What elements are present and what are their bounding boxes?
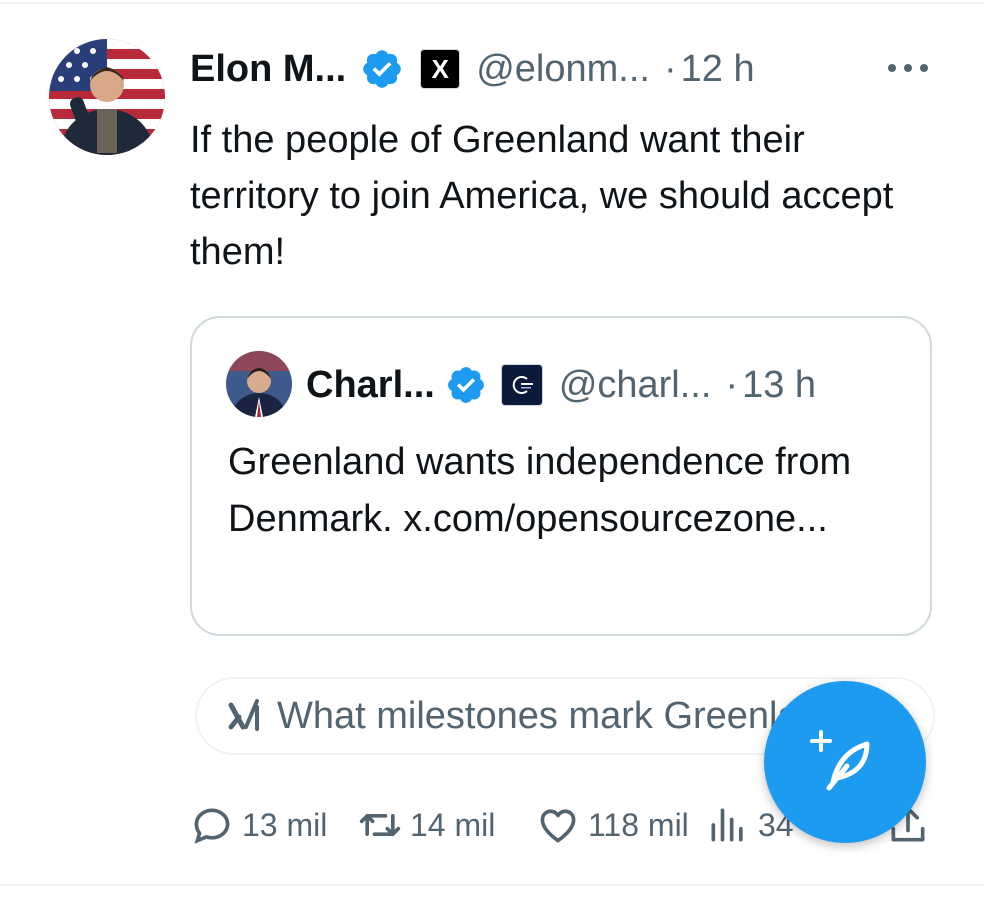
x-affiliation-badge-icon[interactable]: X <box>420 49 461 89</box>
top-divider <box>0 2 984 4</box>
quoted-verified-badge-icon[interactable] <box>445 364 487 406</box>
repost-button[interactable]: 14 mil <box>358 800 495 850</box>
reply-icon <box>194 808 230 844</box>
verified-badge-icon[interactable] <box>360 47 404 91</box>
quoted-author-handle[interactable]: @charl... <box>559 364 712 407</box>
separator-dot: · <box>663 47 677 90</box>
more-options-icon[interactable] <box>884 50 932 86</box>
like-count: 118 mil <box>588 806 689 843</box>
quoted-tweet-time[interactable]: 13 h <box>742 364 816 407</box>
quoted-affiliation-badge-icon[interactable] <box>500 364 543 406</box>
author-avatar[interactable] <box>49 39 165 155</box>
tweet-text: If the people of Greenland want their te… <box>190 119 894 273</box>
quoted-separator-dot: · <box>725 363 739 406</box>
bottom-divider <box>0 884 984 886</box>
quoted-author-avatar[interactable] <box>226 351 292 417</box>
compose-feather-icon <box>810 730 870 791</box>
quoted-tweet-text: Greenland wants independence from Denmar… <box>228 441 852 540</box>
author-name[interactable]: Elon M... <box>190 48 346 91</box>
author-handle[interactable]: @elonm... <box>476 48 650 91</box>
grok-icon <box>228 699 259 731</box>
reply-button[interactable]: 13 mil <box>190 800 327 850</box>
views-chart-icon <box>711 808 743 842</box>
repost-icon <box>359 814 401 836</box>
heart-icon <box>540 809 576 843</box>
tweet-time[interactable]: 12 h <box>681 48 755 91</box>
compose-post-button[interactable] <box>764 681 926 843</box>
grok-prompt-text: What milestones mark Greenlan <box>277 694 820 737</box>
tweet-header: Elon M... X @elonm... · 12 h <box>190 44 755 94</box>
reply-count: 13 mil <box>242 806 328 843</box>
quoted-author-name[interactable]: Charl... <box>306 364 435 407</box>
quoted-tweet-header: Charl... @charl... · 13 h <box>306 360 816 410</box>
repost-count: 14 mil <box>410 806 496 843</box>
quoted-tweet-card[interactable]: Charl... @charl... · 13 h Greenland want… <box>190 316 932 636</box>
like-button[interactable]: 118 mil <box>536 800 689 850</box>
